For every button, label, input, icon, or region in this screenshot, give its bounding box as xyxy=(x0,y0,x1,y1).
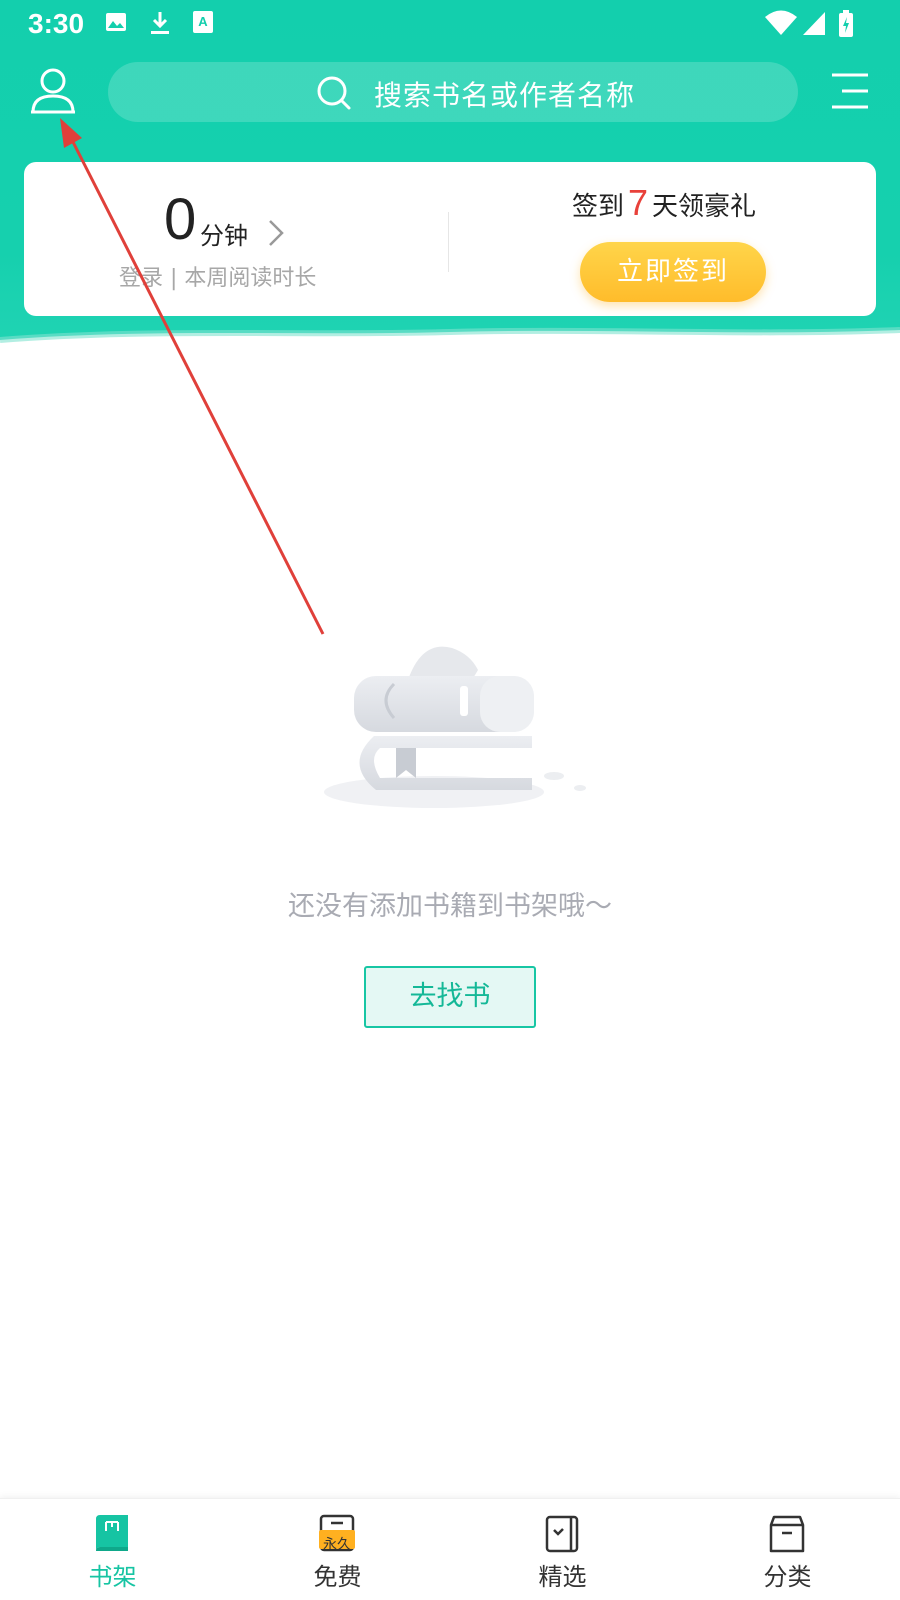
reading-card: 0 分钟 登录 | 本周阅读时长 签到 7 天领豪礼 立即签到 xyxy=(24,162,876,316)
empty-bookshelf-illustration xyxy=(324,646,586,808)
wifi-icon xyxy=(765,10,797,35)
tab-bookshelf-label: 书架 xyxy=(88,1563,137,1591)
user-icon xyxy=(31,68,75,114)
bottom-nav: 书架 永久 免费 精选 分类 xyxy=(0,1498,900,1600)
status-time: 3:30 xyxy=(28,8,85,39)
featured-icon xyxy=(545,1515,579,1553)
tab-category-label: 分类 xyxy=(763,1563,812,1591)
menu-button[interactable] xyxy=(830,72,870,110)
reading-login-subtitle[interactable]: 登录 | 本周阅读时长 xyxy=(119,260,316,292)
empty-shelf-message: 还没有添加书籍到书架哦～ xyxy=(288,891,612,922)
reading-minutes-value[interactable]: 0 xyxy=(164,186,196,253)
checkin-suffix: 天领豪礼 xyxy=(652,192,757,222)
signal-icon xyxy=(803,12,825,35)
chevron-right-icon[interactable] xyxy=(267,218,285,248)
tab-featured[interactable]: 精选 xyxy=(450,1499,675,1600)
checkin-promo: 签到 7 天领豪礼 xyxy=(572,182,756,224)
checkin-button[interactable]: 立即签到 xyxy=(580,242,766,302)
profile-button[interactable] xyxy=(28,66,78,118)
checkin-days: 7 xyxy=(628,182,649,223)
status-bar: 3:30 A xyxy=(0,0,900,48)
reading-minutes-unit: 分钟 xyxy=(200,222,248,250)
svg-text:A: A xyxy=(198,14,208,29)
tab-free[interactable]: 永久 免费 xyxy=(225,1499,450,1600)
free-badge: 永久 xyxy=(323,1537,351,1553)
find-books-button[interactable]: 去找书 xyxy=(364,966,536,1028)
tab-featured-label: 精选 xyxy=(538,1563,587,1591)
tab-category[interactable]: 分类 xyxy=(675,1499,900,1600)
tab-free-label: 免费 xyxy=(313,1563,362,1591)
app-notification-icon: A xyxy=(193,11,213,33)
search-icon xyxy=(317,76,351,110)
download-notification-icon xyxy=(151,12,169,34)
bookshelf-icon xyxy=(96,1515,128,1551)
tab-bookshelf[interactable]: 书架 xyxy=(0,1499,225,1600)
image-notification-icon xyxy=(106,13,126,31)
search-input[interactable]: 搜索书名或作者名称 xyxy=(374,74,635,114)
search-bar[interactable]: 搜索书名或作者名称 xyxy=(108,62,798,122)
card-divider xyxy=(448,212,449,272)
checkin-prefix: 签到 xyxy=(572,192,625,222)
category-icon xyxy=(769,1515,805,1553)
menu-icon xyxy=(832,73,868,109)
battery-icon xyxy=(839,10,853,37)
